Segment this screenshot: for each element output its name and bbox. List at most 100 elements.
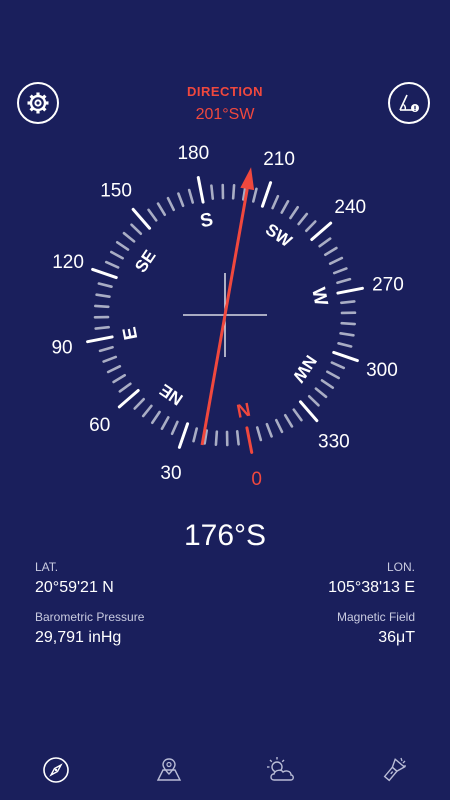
major-tick: [310, 221, 333, 242]
minor-tick: [283, 413, 294, 428]
degree-label: 90: [51, 338, 72, 359]
minor-tick: [231, 184, 236, 200]
nav-weather[interactable]: [251, 745, 311, 795]
minor-tick: [320, 379, 335, 389]
cardinal-label: E: [119, 325, 142, 341]
major-tick: [336, 286, 364, 295]
minor-tick: [106, 364, 122, 374]
pressure-label: Barometric Pressure: [35, 610, 145, 624]
degree-label: 30: [160, 463, 181, 484]
minor-tick: [340, 321, 356, 326]
minor-tick: [297, 212, 309, 226]
minor-tick: [265, 422, 273, 438]
degree-label: 210: [263, 149, 295, 170]
flashlight-icon: [383, 757, 406, 782]
minor-tick: [304, 220, 317, 233]
minor-tick: [330, 361, 346, 370]
minor-tick: [271, 194, 280, 210]
minor-tick: [323, 246, 338, 257]
minor-tick: [130, 223, 143, 236]
minor-tick: [255, 426, 263, 442]
minor-tick: [292, 408, 303, 422]
minor-tick: [122, 231, 136, 243]
minor-tick: [141, 404, 153, 418]
nav-map[interactable]: [139, 745, 199, 795]
degree-label: 240: [334, 197, 366, 218]
weather-icon: [267, 757, 295, 781]
magnetic-field-value: 36μT: [378, 629, 415, 646]
cardinal-label: SE: [131, 247, 159, 276]
minor-tick: [289, 205, 299, 220]
cardinal-label: W: [307, 286, 331, 308]
minor-tick: [94, 304, 110, 309]
degree-label: 120: [52, 252, 84, 273]
map-icon: [156, 758, 181, 781]
minor-tick: [104, 260, 120, 269]
minor-tick: [307, 394, 320, 407]
minor-tick: [328, 256, 344, 266]
minor-tick: [102, 355, 118, 363]
minor-tick: [151, 410, 161, 425]
degree-label: 0: [251, 469, 262, 490]
needle-arrowhead: [240, 167, 255, 191]
longitude-label: LON.: [386, 560, 415, 574]
major-tick: [245, 426, 254, 454]
major-tick: [260, 181, 273, 208]
minor-tick: [252, 187, 258, 203]
minor-tick: [97, 282, 113, 288]
major-tick: [131, 207, 152, 230]
bottom-navigation: [0, 740, 450, 800]
pressure-value: 29,791 inHg: [35, 629, 122, 646]
inclinometer-icon: [399, 94, 419, 112]
minor-tick: [118, 382, 132, 393]
inclinometer-button[interactable]: [388, 82, 430, 124]
minor-tick: [314, 387, 328, 399]
cardinal-label: SW: [262, 220, 296, 252]
major-tick: [196, 176, 205, 204]
degree-label: 330: [318, 431, 350, 452]
minor-tick: [109, 250, 124, 260]
degree-label: 180: [177, 143, 209, 164]
minor-tick: [133, 397, 146, 410]
minor-tick: [147, 208, 158, 222]
minor-tick: [170, 420, 179, 436]
minor-tick: [274, 418, 284, 434]
direction-title: DIRECTION: [187, 84, 263, 99]
degree-label: 150: [100, 181, 132, 202]
minor-tick: [95, 293, 111, 298]
compass-icon: [43, 757, 70, 783]
minor-tick: [214, 430, 219, 446]
minor-tick: [339, 332, 355, 337]
minor-tick: [94, 325, 110, 330]
minor-tick: [112, 373, 127, 384]
minor-tick: [280, 199, 290, 214]
cardinal-label: N: [235, 398, 252, 421]
latitude-value: 20°59'21 N: [35, 579, 114, 596]
degree-label: 270: [372, 274, 404, 295]
minor-tick: [336, 277, 352, 285]
degree-label: 60: [89, 415, 110, 436]
minor-tick: [235, 430, 240, 446]
major-tick: [117, 388, 140, 409]
cardinal-label: S: [198, 209, 214, 232]
minor-tick: [98, 345, 114, 353]
latitude-label: LAT.: [35, 560, 59, 574]
minor-tick: [318, 237, 332, 248]
minor-tick: [156, 202, 167, 217]
major-tick: [91, 267, 118, 280]
magnetic-field-label: Magnetic Field: [336, 610, 415, 624]
minor-tick: [337, 342, 353, 348]
major-tick: [177, 422, 190, 449]
minor-tick: [340, 300, 356, 305]
cardinal-label: NW: [288, 352, 320, 387]
minor-tick: [332, 267, 348, 275]
minor-tick: [177, 192, 185, 208]
compass-dial: 180 210 240 270 300 330 0 30 60 90 120 150 S SW W NW N N…: [51, 143, 404, 490]
nav-flashlight[interactable]: [364, 745, 424, 795]
major-tick: [86, 335, 114, 344]
minor-tick: [166, 196, 176, 212]
heading-value: 176°S: [183, 519, 267, 552]
minor-tick: [160, 416, 170, 431]
longitude-value: 105°38'13 E: [328, 579, 415, 596]
nav-compass[interactable]: [26, 745, 86, 795]
